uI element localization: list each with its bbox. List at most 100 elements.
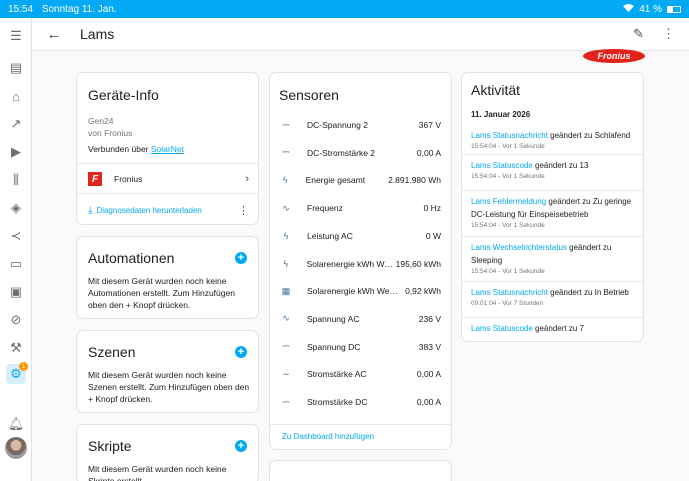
solarnet-link[interactable]: SolarNet xyxy=(151,144,184,154)
flash-icon: ϟ xyxy=(282,175,288,186)
media-icon: ▶ xyxy=(11,144,21,159)
sidebar-item-settings[interactable]: ⚙ 1 xyxy=(6,362,28,384)
sensor-name: Spannung DC xyxy=(307,341,361,352)
activity-item: Lams Wechselrichterstatus geändert zu Sl… xyxy=(462,241,643,275)
sidebar-item-overview[interactable]: ▤ xyxy=(6,58,26,78)
sidebar-item-vscode[interactable]: ≺ xyxy=(6,226,26,246)
chevron-right-icon: › xyxy=(245,173,249,185)
sensor-value: 195,60 kWh xyxy=(395,258,441,269)
calendar-icon: ▦ xyxy=(281,285,291,296)
flash-icon: ϟ xyxy=(283,258,289,269)
sidebar-item-media[interactable]: ▶ xyxy=(6,142,26,162)
activity-item: Lams Statuscode geändert zu 7 xyxy=(462,322,643,335)
back-arrow-icon[interactable]: ← xyxy=(46,26,62,43)
activity-message: Lams Statusnachricht geändert zu In Betr… xyxy=(471,286,634,299)
sensor-name: DC-Stromstärke 2 xyxy=(307,147,376,158)
card-title: Szenen xyxy=(88,344,136,360)
sidebar: ☰ ▤ ⌂ ↗ ▶ ⫼ ◈ ≺ ▭ ▣ ⊘ ⚒ ⚙ 1 🔔︎ xyxy=(0,18,32,481)
entity-link[interactable]: Lams Wechselrichterstatus xyxy=(471,243,567,252)
entity-link[interactable]: Lams Fehlermeldung xyxy=(471,197,546,206)
top-app-bar: ← Lams ✎ ⋮ xyxy=(32,18,689,51)
sensor-value: 0,00 A xyxy=(416,369,441,380)
sidebar-item-logbook[interactable]: ⫼ xyxy=(6,170,26,190)
energy-icon: ⌂ xyxy=(12,88,20,104)
next-card xyxy=(269,460,452,481)
sensor-row[interactable]: ∿ Spannung AC 236 V xyxy=(270,310,451,328)
activity-time: 09:01:04 - Vor 7 Stunden xyxy=(471,300,544,307)
sensor-name: Solarenergie kWh Wechselrichter xyxy=(306,258,396,269)
activity-time: 15:54:04 - Vor 1 Sekunde xyxy=(471,268,545,275)
logbook-icon: ⫼ xyxy=(13,172,19,187)
entity-link[interactable]: Lams Statusnachricht xyxy=(471,288,548,297)
divider xyxy=(462,317,643,318)
flash-icon: ϟ xyxy=(283,230,289,241)
sensor-name: DC-Spannung 2 xyxy=(307,120,368,130)
sensor-name: Frequenz xyxy=(307,203,343,214)
sensor-row[interactable]: ⎓ DC-Spannung 2 367 V xyxy=(270,116,451,134)
notifications-icon[interactable]: 🔔︎ xyxy=(6,414,26,434)
sidebar-item-energy[interactable]: ⌂ xyxy=(6,86,26,106)
sensor-row[interactable]: ⎓ Spannung DC 383 V xyxy=(270,338,451,356)
sensor-value: 0,00 A xyxy=(416,147,441,158)
ac-icon: ∼ xyxy=(282,368,290,379)
sensor-name: Leistung AC xyxy=(307,230,353,241)
download-diagnostics-button[interactable]: Diagnosedaten herunterladen xyxy=(96,206,201,215)
more-vertical-icon[interactable]: ⋮ xyxy=(238,204,249,217)
sensor-row[interactable]: ⎓ Stromstärke DC 0,00 A xyxy=(270,393,451,411)
sidebar-item-history[interactable]: ↗ xyxy=(6,114,26,134)
divider xyxy=(462,154,643,155)
sensor-name: Solarenergie kWh Wechselrichter xyxy=(307,286,399,297)
activity-time: 15:54:04 - Vor 1 Sekunde xyxy=(471,143,545,150)
activity-card: Aktivität 11. Januar 2026 Lams Statusnac… xyxy=(461,72,644,342)
terminal-icon: ▭ xyxy=(9,256,23,271)
activity-change-text: geändert zu 13 xyxy=(532,161,589,170)
sidebar-item-map[interactable]: ⊘ xyxy=(6,310,26,330)
entity-link[interactable]: Lams Statusnachricht xyxy=(471,131,548,140)
menu-icon[interactable]: ☰ xyxy=(6,26,26,46)
empty-text: Mit diesem Gerät wurden noch keine Szene… xyxy=(88,370,250,404)
sensor-row[interactable]: ∼ Stromstärke AC 0,00 A xyxy=(270,365,451,383)
card-title: Skripte xyxy=(88,438,132,454)
card-title: Sensoren xyxy=(279,87,339,103)
fronius-icon: F xyxy=(88,172,102,186)
more-vertical-icon[interactable]: ⋮ xyxy=(662,26,675,42)
activity-time: 15:54:04 - Vor 1 Sekunde xyxy=(471,222,545,229)
page-title: Lams xyxy=(80,26,115,42)
integration-row[interactable]: F Fronius › xyxy=(88,170,249,188)
clipboard-icon: ▣ xyxy=(9,284,23,299)
sidebar-item-developer-tools[interactable]: ⚒ xyxy=(6,338,26,358)
activity-item: Lams Statusnachricht geändert zu Schlafe… xyxy=(462,129,643,150)
dc-icon: ⎓ xyxy=(282,396,290,407)
avatar[interactable] xyxy=(5,437,27,459)
sensor-row[interactable]: ϟ Leistung AC 0 W xyxy=(270,227,451,245)
entity-link[interactable]: Lams Statuscode xyxy=(471,324,533,333)
divider xyxy=(462,236,643,237)
sensor-row[interactable]: ∿ Frequenz 0 Hz xyxy=(270,199,451,217)
download-icon: ⤓ xyxy=(88,205,93,216)
sensor-row[interactable]: ϟ Solarenergie kWh Wechselrichter195,60 k… xyxy=(270,255,451,273)
add-to-dashboard-button[interactable]: Zu Dashboard hinzufügen xyxy=(282,432,374,441)
entity-link[interactable]: Lams Statuscode xyxy=(471,161,533,170)
sensor-value: 236 V xyxy=(418,313,441,324)
add-script-button[interactable]: + xyxy=(235,440,247,452)
sine-wave-icon: ∿ xyxy=(282,202,290,213)
device-manufacturer: von Fronius xyxy=(88,128,133,138)
integration-name: Fronius xyxy=(114,174,143,184)
edit-pencil-icon[interactable]: ✎ xyxy=(633,26,644,42)
sidebar-item-docker[interactable]: ◈ xyxy=(6,198,26,218)
activity-time: 15:54:04 - Vor 1 Sekunde xyxy=(471,173,545,180)
sidebar-item-todo[interactable]: ▣ xyxy=(6,282,26,302)
date: Sonntag 11. Jan. xyxy=(41,3,117,15)
sidebar-item-terminal[interactable]: ▭ xyxy=(6,254,26,274)
sensor-value: 0 Hz xyxy=(423,203,441,214)
add-automation-button[interactable]: + xyxy=(235,252,247,264)
scenes-card: Szenen + Mit diesem Gerät wurden noch ke… xyxy=(76,330,259,413)
sensor-row[interactable]: ⎓ DC-Stromstärke 2 0,00 A xyxy=(270,144,451,162)
sensor-name: Stromstärke DC xyxy=(307,397,368,407)
add-scene-button[interactable]: + xyxy=(235,346,247,358)
docker-icon: ◈ xyxy=(11,200,21,215)
sensor-row[interactable]: ▦ Solarenergie kWh Wechselrichter 0,92 kWh xyxy=(270,282,451,300)
clock: 15:54 xyxy=(8,3,34,15)
sensor-row[interactable]: ϟ Energie gesamt 2.891.980 Wh xyxy=(270,171,451,189)
activity-message: Lams Statuscode geändert zu 7 xyxy=(471,322,634,335)
